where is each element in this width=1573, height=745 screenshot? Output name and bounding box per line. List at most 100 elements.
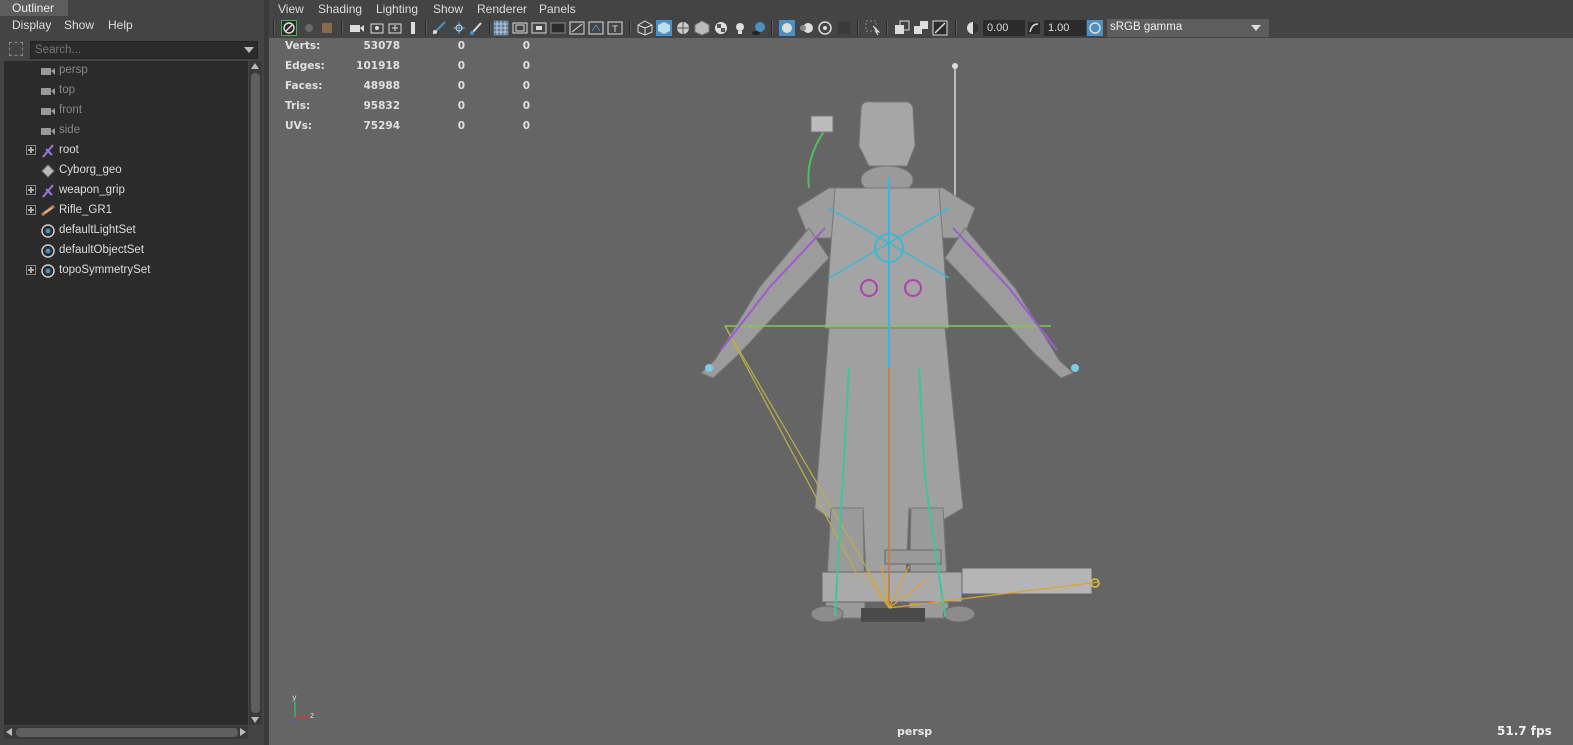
gate-mask-icon[interactable] <box>550 20 566 36</box>
outliner-menu-show[interactable]: Show <box>64 18 94 32</box>
wireframe-on-shaded-icon[interactable] <box>675 20 691 36</box>
motion-blur-icon[interactable] <box>798 20 814 36</box>
panel-menu-show[interactable]: Show <box>433 2 463 16</box>
scroll-thumb[interactable] <box>251 73 260 713</box>
panel-menu-view[interactable]: View <box>278 2 304 16</box>
anti-aliasing-icon[interactable] <box>817 20 833 36</box>
outliner-item-toposymmetryset[interactable]: topoSymmetrySet <box>4 261 248 281</box>
scroll-thumb[interactable] <box>16 728 238 737</box>
outliner-item-persp[interactable]: persp <box>4 61 248 81</box>
set-icon <box>40 263 56 279</box>
textured-icon[interactable] <box>694 20 710 36</box>
hud-label: Verts: <box>285 40 321 52</box>
chevron-down-icon[interactable] <box>1251 25 1261 31</box>
color-management-icon[interactable] <box>1087 20 1103 36</box>
depth-of-field-icon[interactable] <box>836 20 852 36</box>
isolate-select-icon[interactable] <box>865 20 881 36</box>
hud-v2: 0 <box>457 80 465 92</box>
colorspace-dropdown[interactable]: sRGB gamma <box>1107 19 1269 37</box>
outliner-item-label: defaultObjectSet <box>59 244 145 256</box>
paint-tool-icon[interactable] <box>469 20 485 36</box>
outliner-menu-help[interactable]: Help <box>108 18 133 32</box>
camera-icon <box>40 103 56 119</box>
outliner-item-cyborg-geo[interactable]: Cyborg_geo <box>4 161 248 181</box>
checker-icon[interactable] <box>713 20 729 36</box>
wireframe-icon[interactable] <box>637 20 653 36</box>
expand-icon[interactable] <box>26 185 36 195</box>
axis-z-label: z <box>310 711 314 720</box>
gamma-field[interactable] <box>1044 20 1086 36</box>
camera-name-label: persp <box>897 725 933 738</box>
toolbar-separator <box>955 21 957 35</box>
exposure-field[interactable] <box>983 20 1025 36</box>
lock-camera-icon[interactable] <box>301 20 317 36</box>
ambient-occlusion-icon[interactable] <box>779 20 795 36</box>
smooth-shade-icon[interactable] <box>656 20 672 36</box>
panel-menu-panels[interactable]: Panels <box>539 2 576 16</box>
gamma-icon[interactable] <box>1026 20 1042 36</box>
outliner-item-side[interactable]: side <box>4 121 248 141</box>
hud-label: Edges: <box>285 60 325 72</box>
grid-icon[interactable] <box>493 20 509 36</box>
outliner-item-defaultlightset[interactable]: defaultLightSet <box>4 221 248 241</box>
chevron-down-icon[interactable] <box>244 47 254 53</box>
hud-v1: 48988 <box>363 80 400 92</box>
lights-icon[interactable] <box>732 20 748 36</box>
expand-icon[interactable] <box>26 205 36 215</box>
outliner-item-rifle-gr1[interactable]: Rifle_GR1 <box>4 201 248 221</box>
motion-trail-icon[interactable] <box>431 20 447 36</box>
toolbar-separator <box>857 21 859 35</box>
select-camera-icon[interactable] <box>281 20 297 36</box>
xray-active-components-icon[interactable] <box>913 20 929 36</box>
xray-icon[interactable] <box>894 20 910 36</box>
bookmark-icon[interactable] <box>319 20 335 36</box>
resolution-gate-icon[interactable] <box>531 20 547 36</box>
toolbar-separator <box>771 21 773 35</box>
panel-menu-lighting[interactable]: Lighting <box>376 2 418 16</box>
camera-icon <box>40 123 56 139</box>
outliner-tab[interactable]: Outliner <box>0 0 68 16</box>
outliner-item-top[interactable]: top <box>4 81 248 101</box>
search-input[interactable] <box>30 41 258 59</box>
scroll-left-icon[interactable] <box>6 728 12 736</box>
expand-icon[interactable] <box>26 145 36 155</box>
grease-pencil-icon[interactable] <box>405 20 421 36</box>
viewport-panel: View Shading Lighting Show Renderer Pane… <box>269 0 1573 745</box>
film-gate-icon[interactable] <box>512 20 528 36</box>
hud-label: Faces: <box>285 80 323 92</box>
outliner-item-root[interactable]: root <box>4 141 248 161</box>
scroll-right-icon[interactable] <box>240 728 246 736</box>
outliner-item-label: weapon_grip <box>59 184 125 196</box>
exposure-icon[interactable] <box>965 20 981 36</box>
safe-action-icon[interactable] <box>588 20 604 36</box>
outliner-menu-display[interactable]: Display <box>12 18 51 32</box>
outliner-item-front[interactable]: front <box>4 101 248 121</box>
svg-text:T: T <box>611 25 618 35</box>
2d-pan-zoom-icon[interactable] <box>387 20 403 36</box>
outliner-item-weapon-grip[interactable]: weapon_grip <box>4 181 248 201</box>
character-rig-scene[interactable] <box>269 38 1573 745</box>
horizontal-scrollbar[interactable] <box>4 726 248 739</box>
outliner-item-defaultobjectset[interactable]: defaultObjectSet <box>4 241 248 261</box>
panel-menu-shading[interactable]: Shading <box>318 2 362 16</box>
scroll-down-icon[interactable] <box>251 717 259 723</box>
filter-icon[interactable] <box>9 42 23 56</box>
panel-menu-renderer[interactable]: Renderer <box>477 2 527 16</box>
fps-readout: 51.7 fps <box>1497 724 1552 738</box>
3d-viewport[interactable]: Verts: 53078 0 0 Edges: 101918 0 0 Faces: 48988 0 0… <box>269 38 1573 745</box>
outliner-item-label: top <box>59 84 75 96</box>
xray-joints-icon[interactable] <box>932 20 948 36</box>
shadows-icon[interactable] <box>751 20 767 36</box>
safe-title-icon[interactable]: T <box>607 20 623 36</box>
joint-icon <box>40 143 56 159</box>
hud-v2: 0 <box>457 60 465 72</box>
axis-gizmo-icon: y z <box>292 693 314 723</box>
camera-attributes-icon[interactable] <box>349 20 365 36</box>
camera-icon <box>40 63 56 79</box>
field-chart-icon[interactable] <box>569 20 585 36</box>
scroll-up-icon[interactable] <box>251 63 259 69</box>
manipulator-icon[interactable] <box>451 20 467 36</box>
expand-icon[interactable] <box>26 265 36 275</box>
vertical-scrollbar[interactable] <box>249 61 262 725</box>
image-plane-icon[interactable] <box>369 20 385 36</box>
